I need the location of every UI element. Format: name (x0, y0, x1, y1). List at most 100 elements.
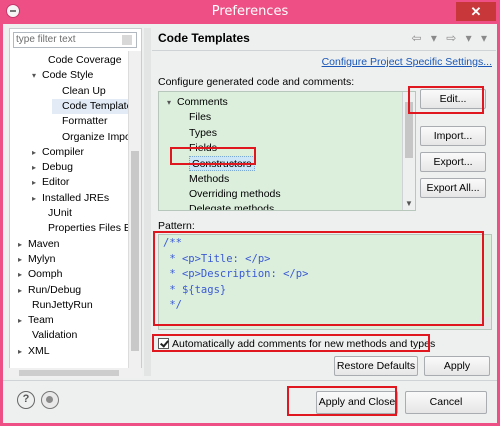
preferences-dialog: type filter text Code Coverage ▾ Code Styl… (0, 24, 500, 426)
configure-project-link[interactable]: Configure Project Specific Settings... (322, 56, 492, 68)
apply-button[interactable]: Apply (424, 356, 490, 376)
tree-item[interactable]: JUnit (38, 206, 72, 221)
tree-item[interactable]: ▸ XML (18, 344, 50, 359)
templates-tree: ▼ ▾ Comments Files Types Fields Constructors M… (158, 91, 416, 211)
tree-item-label: Compiler (42, 145, 85, 158)
tree-item-label: XML (28, 344, 50, 357)
code-templates-page: Code Templates ⇦ ▾ ⇨ ▾ ▾ Configure Proje… (152, 28, 496, 376)
tree-item[interactable]: ▾ Code Style (32, 68, 93, 83)
tree-item-label: RunJettyRun (32, 298, 93, 311)
templates-scrollbar[interactable]: ▼ (402, 92, 415, 210)
expanded-arrow-icon[interactable]: ▾ (167, 95, 177, 110)
export-button[interactable]: Export... (420, 152, 486, 172)
tree-item[interactable]: Code Coverage (38, 53, 122, 68)
pattern-line: /** (163, 237, 182, 249)
scrollbar-thumb[interactable] (131, 151, 139, 351)
tree-item-label: Installed JREs (42, 191, 110, 204)
collapsed-arrow-icon[interactable]: ▸ (18, 283, 28, 298)
template-item-label: Types (189, 126, 218, 139)
export-all-button[interactable]: Export All... (420, 178, 486, 198)
preferences-tree-panel: type filter text Code Coverage ▾ Code Styl… (9, 28, 142, 377)
scroll-down-icon[interactable]: ▼ (405, 199, 413, 208)
tree-item-label: Validation (32, 329, 78, 342)
scrollbar-thumb[interactable] (405, 102, 413, 158)
auto-comment-label[interactable]: Automatically add comments for new metho… (172, 338, 435, 350)
template-item[interactable]: Delegate methods (189, 202, 275, 211)
template-item-label: Overriding methods (189, 187, 281, 200)
template-item-label: Comments (177, 96, 228, 108)
import-export-prefs-icon[interactable] (41, 391, 59, 409)
tree-item-label: Code Coverage (48, 54, 122, 66)
preferences-tree: Code Coverage ▾ Code Style Clean Up Code Tem… (10, 51, 128, 377)
collapsed-arrow-icon[interactable]: ▸ (18, 237, 28, 252)
tree-item[interactable]: Properties Files Editor (38, 221, 128, 236)
auto-comment-checkbox[interactable] (158, 338, 169, 349)
template-item[interactable]: Overriding methods (189, 187, 281, 202)
collapsed-arrow-icon[interactable]: ▸ (32, 175, 42, 190)
cancel-button[interactable]: Cancel (405, 391, 487, 414)
collapsed-arrow-icon[interactable]: ▸ (32, 145, 42, 160)
expanded-arrow-icon[interactable]: ▾ (32, 68, 42, 83)
header-divider (152, 50, 496, 51)
tree-item[interactable]: Clean Up (52, 84, 106, 99)
page-title: Code Templates (158, 31, 250, 45)
tree-item[interactable]: ▸ Oomph (18, 267, 62, 282)
tree-item[interactable]: ▸ Mylyn (18, 252, 55, 267)
template-item[interactable]: Types (189, 126, 217, 141)
tree-item-label: Run/Debug (28, 283, 82, 296)
import-button[interactable]: Import... (420, 126, 486, 146)
resize-corner (479, 317, 491, 329)
help-icon[interactable]: ? (17, 391, 35, 409)
tree-item-label: Team (28, 314, 54, 327)
tree-item-label: Mylyn (28, 252, 56, 265)
clear-filter-icon[interactable] (122, 35, 132, 45)
pattern-editor[interactable]: /** * <p>Title: </p> * <p>Description: <… (158, 234, 492, 330)
tree-item[interactable]: RunJettyRun (22, 298, 93, 313)
template-item-label: Files (189, 111, 212, 124)
scrollbar-thumb[interactable] (19, 370, 119, 376)
tree-item[interactable]: ▸ Team (18, 313, 54, 328)
tree-item[interactable]: ▸ Installed JREs (32, 191, 109, 206)
restore-defaults-button[interactable]: Restore Defaults (334, 356, 418, 376)
tree-horizontal-scrollbar[interactable] (9, 368, 142, 378)
tree-item-label: Properties Files Editor (48, 222, 128, 235)
tree-item[interactable]: Validation (22, 328, 77, 343)
edit-button[interactable]: Edit... (420, 89, 486, 109)
tree-vertical-scrollbar[interactable] (128, 51, 141, 377)
tree-item[interactable]: Organize Imports (52, 130, 128, 145)
collapsed-arrow-icon[interactable]: ▸ (18, 313, 28, 328)
apply-and-close-button[interactable]: Apply and Close (316, 391, 398, 414)
tree-item[interactable]: ▸ Debug (32, 160, 73, 175)
pattern-label: Pattern: (158, 220, 195, 232)
pattern-line: */ (163, 299, 182, 311)
template-item[interactable]: Constructors (189, 156, 255, 172)
collapsed-arrow-icon[interactable]: ▸ (18, 344, 28, 359)
tree-item[interactable]: ▸ Compiler (32, 145, 84, 160)
pattern-line: * ${tags} (163, 283, 227, 296)
panel-splitter[interactable] (144, 28, 151, 376)
title-bar: Preferences ✕ (0, 0, 500, 24)
tree-item[interactable]: Code Templates (52, 98, 128, 114)
template-item[interactable]: Methods (189, 172, 229, 187)
tree-item[interactable]: ▸ Run/Debug (18, 283, 81, 298)
tree-item-label: Code Style (42, 69, 94, 82)
collapsed-arrow-icon[interactable]: ▸ (18, 252, 28, 267)
template-item[interactable]: ▾ Comments (167, 95, 228, 110)
tree-item[interactable]: ▸ Editor (32, 175, 69, 190)
tree-item[interactable]: ▸ Maven (18, 237, 60, 252)
tree-item-label: Clean Up (62, 84, 106, 97)
collapsed-arrow-icon[interactable]: ▸ (32, 191, 42, 206)
template-item[interactable]: Files (189, 110, 211, 125)
navigation-arrows[interactable]: ⇦ ▾ ⇨ ▾ ▾ (411, 31, 490, 45)
template-item[interactable]: Fields (189, 141, 217, 156)
filter-input[interactable]: type filter text (13, 32, 137, 48)
collapsed-arrow-icon[interactable]: ▸ (32, 160, 42, 175)
template-item-label: Delegate methods (189, 203, 275, 211)
tree-item-label: Oomph (28, 268, 63, 281)
auto-comment-option[interactable]: Automatically add comments for new metho… (158, 337, 435, 351)
close-window-button[interactable]: ✕ (456, 2, 496, 21)
collapsed-arrow-icon[interactable]: ▸ (18, 267, 28, 282)
template-item-label: Methods (189, 172, 230, 185)
tree-item[interactable]: Formatter (52, 114, 108, 129)
tree-item-label: Editor (42, 176, 70, 189)
